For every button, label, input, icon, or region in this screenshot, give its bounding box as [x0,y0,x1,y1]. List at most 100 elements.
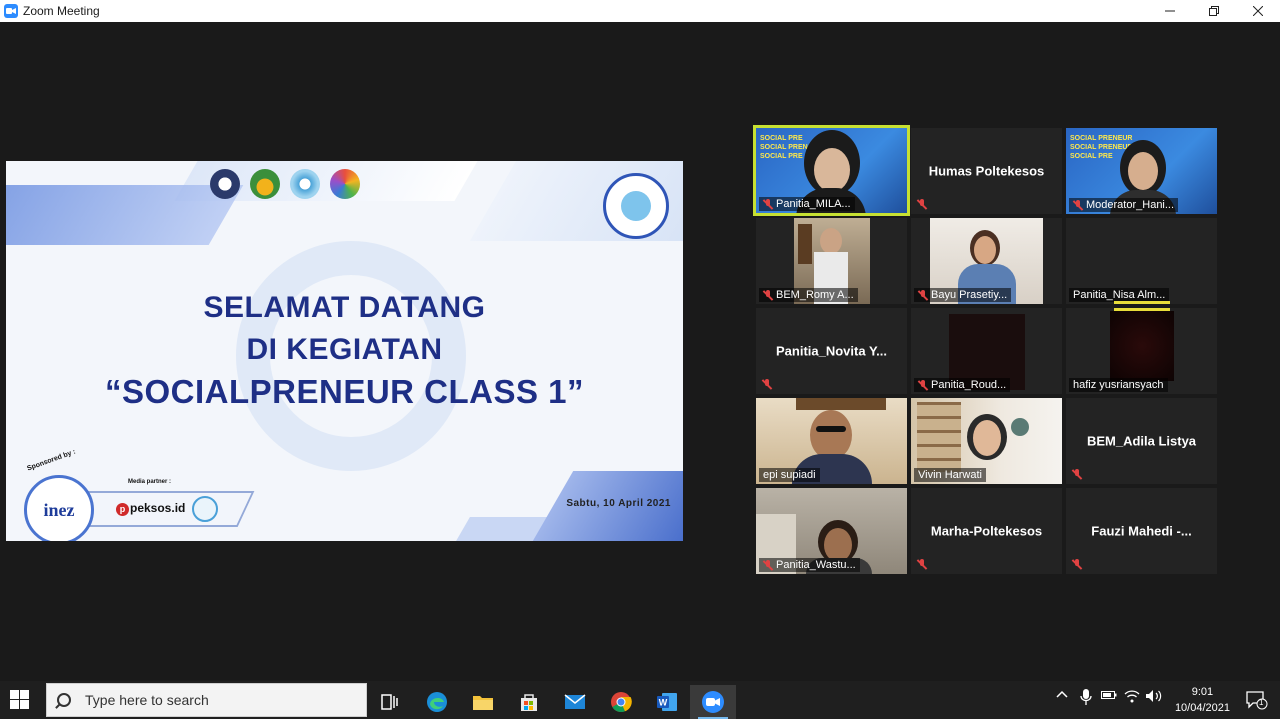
slide-date: Sabtu, 10 April 2021 [566,498,671,509]
participant-video [1110,311,1174,381]
speaking-indicator [1114,301,1170,304]
participant-tile-vivin-harwati[interactable]: Vivin Harwati [911,398,1062,484]
logo-1 [210,169,240,199]
partner-logo-small [192,496,218,522]
edge-button[interactable] [414,685,460,719]
participant-name-label: Moderator_Hani... [1069,198,1179,212]
sponsor-name: inez [43,499,75,520]
notification-count: 1 [1259,698,1264,707]
mic-muted-icon [1073,199,1083,211]
store-button[interactable] [506,685,552,719]
slide-title-line-1: SELAMAT DATANG [203,291,486,324]
participant-tile-bayu-prasetiy[interactable]: Bayu Prasetiy... [911,218,1062,304]
file-explorer-button[interactable] [460,685,506,719]
window-titlebar: Zoom Meeting [0,0,1280,22]
participant-name-label: Panitia_MILA... [759,197,855,211]
mic-muted-icon [763,289,773,301]
word-button[interactable]: W [644,685,690,719]
word-icon: W [657,693,677,711]
close-button[interactable] [1236,0,1280,22]
mail-icon [564,694,586,709]
participant-name: BEM_Adila Listya [1086,433,1197,449]
mic-muted-icon [917,559,927,570]
partner-logos [210,169,360,199]
mic-muted-icon [1072,559,1082,570]
media-partner-label: Media partner : [128,479,172,485]
participant-tile-marha-poltekesos[interactable]: Marha-Poltekesos [911,488,1062,574]
microphone-icon [1080,689,1092,705]
slide-title-line-3: “SOCIALPRENEUR CLASS 1” [104,373,585,410]
clock-time: 9:01 [1191,686,1214,698]
participant-tile-panitia-novita[interactable]: Panitia_Novita Y... [756,308,907,394]
mic-muted-icon [763,198,773,210]
participant-tile-humas-poltekesos[interactable]: Humas Poltekesos [911,128,1062,214]
sponsored-by-label: Sponsored by : [26,448,77,473]
logo-4 [330,169,360,199]
logo-2 [250,169,280,199]
participant-name: Humas Poltekesos [928,163,1045,179]
media-partner-name: peksos.id [130,501,186,515]
participant-name-label: Vivin Harwati [914,468,986,482]
mic-muted-icon [762,379,772,390]
close-icon [1253,6,1263,16]
participant-tile-panitia-nisa[interactable]: Panitia_Nisa Alm... [1066,218,1217,304]
sponsor-logo: inez [24,475,94,541]
action-center-button[interactable]: 1 [1246,690,1268,710]
participant-tile-bem-adila[interactable]: BEM_Adila Listya [1066,398,1217,484]
participant-name-label: Bayu Prasetiy... [914,288,1012,302]
wifi-tray-button[interactable] [1124,689,1140,706]
store-bag-icon [521,694,537,711]
slide-decoration [6,185,244,245]
battery-tray-button[interactable] [1101,689,1117,704]
participant-tile-panitia-wastu[interactable]: Panitia_Wastu... [756,488,907,574]
minimize-icon [1165,10,1175,12]
mic-muted-icon [763,559,773,571]
participant-tile-bem-romy[interactable]: BEM_Romy A... [756,218,907,304]
mic-muted-icon [918,379,928,391]
participant-tile-moderator-hani[interactable]: SOCIAL PRENEUR SOCIAL PRENEUR SOCIAL PRE M… [1066,128,1217,214]
participant-name: Marha-Poltekesos [930,523,1043,539]
clock-date: 10/04/2021 [1174,702,1230,714]
task-view-icon [381,694,398,710]
wifi-icon [1124,690,1140,703]
search-placeholder: Type here to search [85,692,209,708]
participant-name-label: BEM_Romy A... [759,288,858,302]
start-button[interactable] [10,690,30,710]
taskbar-search-box[interactable]: Type here to search [46,683,367,717]
participant-name-label: epi supiadi [759,468,820,482]
mic-muted-icon [918,289,928,301]
restore-button[interactable] [1192,0,1236,22]
mail-button[interactable] [552,685,598,719]
participant-name-label: hafiz yusriansyach [1069,378,1168,392]
speaker-icon [1146,690,1162,702]
search-icon [57,693,71,707]
notification-icon [1246,691,1268,710]
shared-screen-slide[interactable]: SELAMAT DATANG DI KEGIATAN “SOCIALPRENEU… [6,161,683,541]
logo-3 [290,169,320,199]
folder-icon [473,696,493,710]
institution-seal [603,173,669,239]
participant-name-label: Panitia_Wastu... [759,558,860,572]
participant-name-label: Panitia_Nisa Alm... [1069,288,1170,302]
battery-icon [1101,691,1117,699]
participant-tile-epi-supiadi[interactable]: epi supiadi [756,398,907,484]
chrome-button[interactable] [598,685,644,719]
zoom-taskbar-button[interactable] [690,685,736,719]
zoom-icon [702,691,724,713]
show-hidden-icons-button[interactable] [1056,689,1068,704]
media-partner-logo: p peksos.id [116,501,185,516]
volume-tray-button[interactable] [1145,689,1163,706]
participant-tile-panitia-roud[interactable]: Panitia_Roud... [911,308,1062,394]
slide-title-line-2: DI KEGIATAN [246,333,443,366]
task-view-button[interactable] [367,685,413,719]
participant-tile-fauzi-mahedi[interactable]: Fauzi Mahedi -... [1066,488,1217,574]
participant-tile-panitia-mila[interactable]: SOCIAL PRE SOCIAL PREN SOCIAL PRE Panitia_… [753,125,910,216]
participant-tile-hafiz[interactable]: hafiz yusriansyach [1066,308,1217,394]
edge-icon [427,692,447,712]
taskbar-clock[interactable]: 9:01 10/04/2021 [1175,684,1230,716]
mic-muted-icon [917,199,927,210]
minimize-button[interactable] [1148,0,1192,22]
chevron-up-icon [1056,690,1068,698]
microphone-tray-button[interactable] [1080,689,1092,708]
zoom-app-icon [4,4,18,18]
